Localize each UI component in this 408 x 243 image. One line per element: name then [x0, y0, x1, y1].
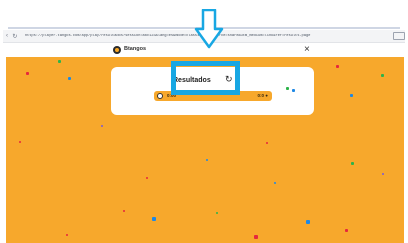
- confetti-dot: [350, 94, 353, 97]
- confetti-dot: [26, 72, 29, 75]
- confetti-dot: [146, 177, 148, 179]
- confetti-dot: [68, 77, 71, 80]
- confetti-dot: [101, 125, 103, 127]
- confetti-dot: [66, 234, 68, 236]
- confetti-dot: [216, 212, 218, 214]
- confetti-dot: [152, 217, 156, 221]
- logo-icon: [113, 46, 121, 54]
- brand-name: Btangos: [124, 46, 146, 52]
- clock-icon: [157, 92, 163, 99]
- close-icon[interactable]: ×: [304, 43, 310, 57]
- confetti-dot: [306, 220, 310, 224]
- confetti-dot: [345, 229, 348, 232]
- arrow-down-annotation-icon: [194, 9, 224, 49]
- confetti-dot: [381, 74, 384, 77]
- confetti-dot: [206, 159, 208, 161]
- confetti-dot: [336, 65, 339, 68]
- reload-icon[interactable]: ↻: [11, 33, 19, 40]
- back-icon[interactable]: ‹: [3, 33, 11, 39]
- confetti-dot: [274, 182, 276, 184]
- confetti-dot: [266, 142, 268, 144]
- confetti-dot: [254, 235, 258, 239]
- result-extra: 0:0 ●: [257, 92, 268, 98]
- confetti-dot: [351, 162, 354, 165]
- confetti-dot: [123, 210, 125, 212]
- confetti-dot: [382, 173, 384, 175]
- highlight-box: [171, 61, 240, 95]
- confetti-dot: [58, 60, 61, 63]
- confetti-dot: [292, 89, 295, 92]
- extension-icon[interactable]: [393, 32, 405, 40]
- confetti-dot: [286, 87, 289, 90]
- confetti-dot: [19, 141, 21, 143]
